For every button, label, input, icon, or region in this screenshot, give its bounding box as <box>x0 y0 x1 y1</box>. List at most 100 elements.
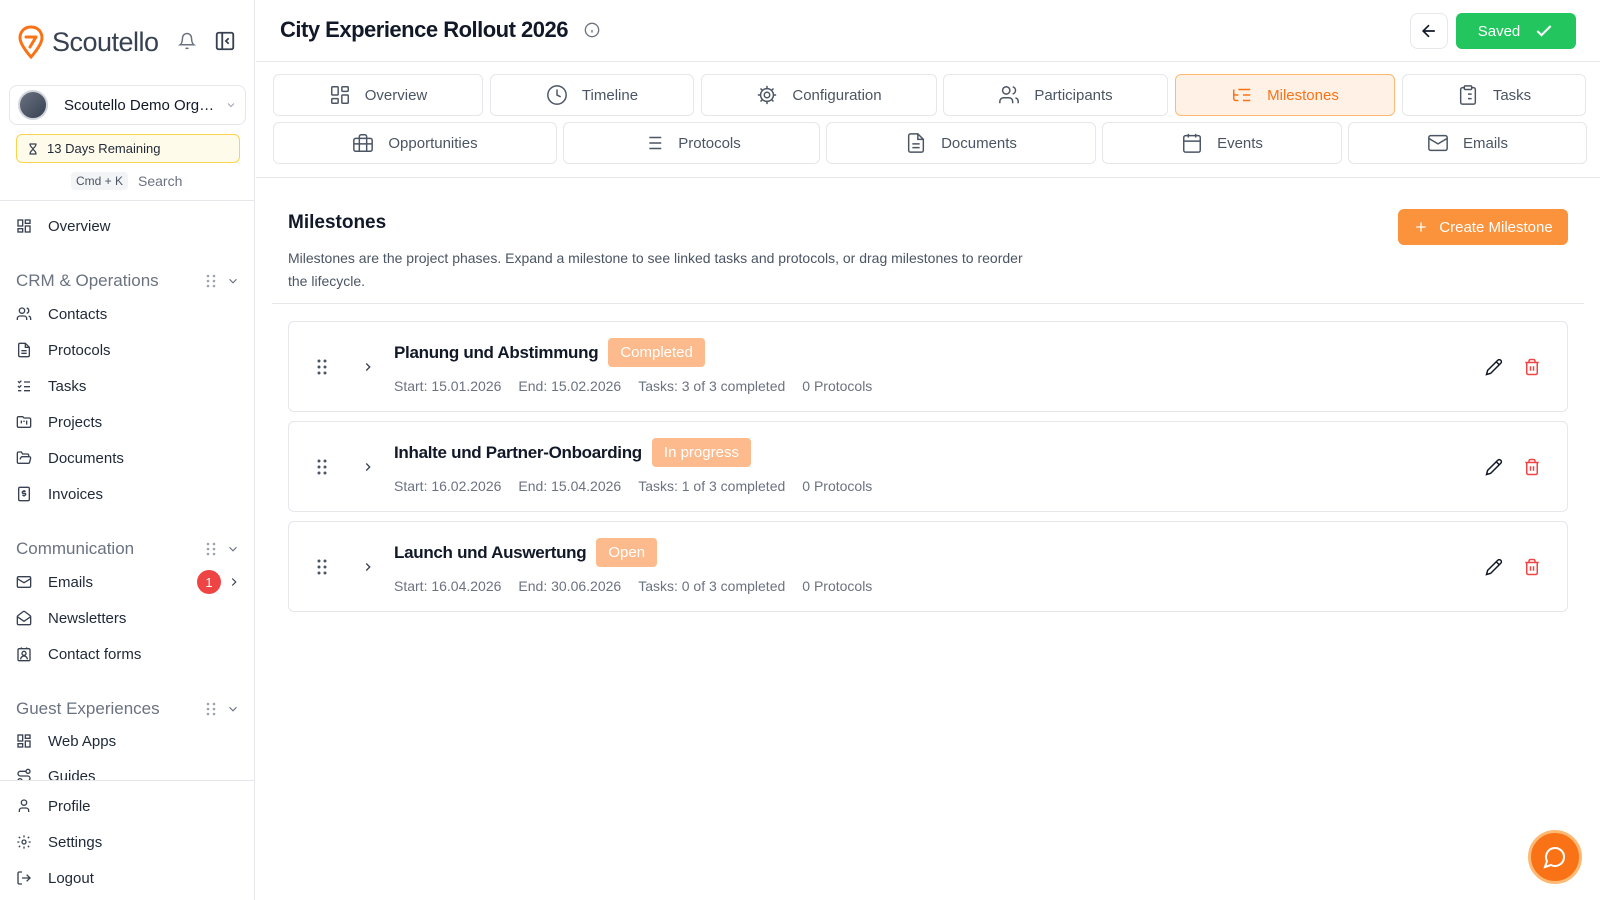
tab-opportunities[interactable]: Opportunities <box>273 122 557 164</box>
route-icon <box>17 768 31 780</box>
milestone-start: Start: 16.04.2026 <box>394 578 502 594</box>
brand[interactable]: Scoutello <box>18 24 159 60</box>
chevron-right-icon[interactable] <box>361 360 375 374</box>
clock-icon <box>547 85 567 105</box>
create-milestone-button[interactable]: Create Milestone <box>1398 209 1568 245</box>
sidebar-item-contact-forms[interactable]: Contact forms <box>16 642 240 666</box>
sidebar-item-newsletters[interactable]: Newsletters <box>16 606 240 630</box>
brand-name: Scoutello <box>52 26 159 57</box>
search-trigger[interactable]: Cmd + K Search <box>71 172 182 190</box>
logout-icon <box>17 871 31 885</box>
tab-label: Overview <box>364 86 428 104</box>
sidebar-item-label: Documents <box>48 449 124 467</box>
nav-group-crm[interactable]: CRM & Operations <box>16 268 240 294</box>
trash-icon[interactable] <box>1523 558 1541 576</box>
milestone-tasks: Tasks: 0 of 3 completed <box>638 578 786 594</box>
sidebar-item-invoices[interactable]: Invoices <box>16 482 240 506</box>
tab-documents[interactable]: Documents <box>826 122 1096 164</box>
nav-group-label: Communication <box>16 539 135 558</box>
tab-protocols[interactable]: Protocols <box>563 122 820 164</box>
plus-icon <box>1416 222 1426 232</box>
org-switcher[interactable]: Scoutello Demo Organization <box>9 85 246 125</box>
trash-icon[interactable] <box>1523 458 1541 476</box>
sidebar-item-settings[interactable]: Settings <box>16 830 240 854</box>
sidebar-item-label: Settings <box>48 833 103 851</box>
tab-emails[interactable]: Emails <box>1348 122 1587 164</box>
tab-participants[interactable]: Participants <box>943 74 1168 116</box>
milestone-card[interactable]: Inhalte und Partner-Onboarding In progre… <box>288 421 1568 512</box>
tab-events[interactable]: Events <box>1102 122 1342 164</box>
chat-button[interactable] <box>1528 830 1582 884</box>
trash-icon[interactable] <box>1523 358 1541 376</box>
milestone-name: Launch und Auswertung <box>394 542 587 562</box>
sidebar-divider <box>0 200 255 201</box>
project-tabs: Overview Timeline Configuration Particip… <box>256 62 1600 178</box>
back-button[interactable] <box>1410 13 1448 49</box>
sidebar-item-label: Guides <box>48 767 96 781</box>
chevron-down-icon[interactable] <box>226 542 240 556</box>
sidebar-item-web-apps[interactable]: Web Apps <box>16 729 240 753</box>
sidebar-item-guides[interactable]: Guides <box>16 764 240 780</box>
drag-handle-icon[interactable] <box>206 542 216 556</box>
milestone-end: End: 15.02.2026 <box>518 378 622 394</box>
list-tree-icon <box>1233 88 1251 102</box>
sidebar-item-overview[interactable]: Overview <box>16 214 240 238</box>
tab-tasks[interactable]: Tasks <box>1402 74 1586 116</box>
milestone-name: Planung und Abstimmung <box>394 342 599 362</box>
sidebar-item-protocols[interactable]: Protocols <box>16 338 240 362</box>
chevron-right-icon[interactable] <box>361 460 375 474</box>
drag-handle-icon[interactable] <box>206 702 216 716</box>
drag-handle-icon[interactable] <box>317 559 327 575</box>
chevron-right-icon[interactable] <box>361 560 375 574</box>
sidebar-item-contacts[interactable]: Contacts <box>16 302 240 326</box>
pencil-icon[interactable] <box>1485 358 1503 376</box>
sidebar-item-logout[interactable]: Logout <box>16 866 240 890</box>
saved-button[interactable]: Saved <box>1456 13 1576 49</box>
nav-group-guest-experiences[interactable]: Guest Experiences <box>16 696 240 722</box>
drag-handle-icon[interactable] <box>317 459 327 475</box>
sidebar-item-tasks[interactable]: Tasks <box>16 374 240 398</box>
section-description: Milestones are the project phases. Expan… <box>288 250 1023 289</box>
trial-text: 13 Days Remaining <box>47 141 161 156</box>
milestone-name: Inhalte und Partner-Onboarding <box>394 442 642 462</box>
chat-bubble-icon <box>1543 847 1565 869</box>
tab-overview[interactable]: Overview <box>273 74 483 116</box>
hourglass-icon <box>27 142 47 156</box>
milestone-tasks: Tasks: 3 of 3 completed <box>638 378 786 394</box>
status-badge: In progress <box>651 438 751 467</box>
tab-milestones[interactable]: Milestones <box>1175 74 1395 116</box>
nav-group-communication[interactable]: Communication <box>16 536 240 562</box>
clipboard-icon <box>1459 85 1476 105</box>
chevron-down-icon[interactable] <box>226 274 240 288</box>
chevron-down-icon[interactable] <box>226 702 240 716</box>
tab-timeline[interactable]: Timeline <box>490 74 694 116</box>
trial-banner[interactable]: 13 Days Remaining <box>16 134 240 163</box>
tab-label: Milestones <box>1267 86 1339 104</box>
sidebar-item-projects[interactable]: Projects <box>16 410 240 434</box>
milestone-card[interactable]: Launch und Auswertung Open Start: 16.04.… <box>288 521 1568 612</box>
drag-handle-icon[interactable] <box>317 359 327 375</box>
tab-configuration[interactable]: Configuration <box>701 74 937 116</box>
sidebar-item-profile[interactable]: Profile <box>16 794 240 818</box>
collapse-sidebar-icon[interactable] <box>214 30 236 52</box>
pencil-icon[interactable] <box>1485 458 1503 476</box>
search-shortcut: Cmd + K <box>71 172 129 190</box>
sidebar-item-emails[interactable]: Emails 1 <box>16 570 240 594</box>
milestone-protocols: 0 Protocols <box>802 578 873 594</box>
user-icon <box>18 799 30 812</box>
create-milestone-label: Create Milestone <box>1439 218 1553 236</box>
check-icon <box>1536 25 1552 37</box>
pencil-icon[interactable] <box>1485 558 1503 576</box>
bell-icon[interactable] <box>178 32 196 50</box>
chevron-right-icon[interactable] <box>227 575 241 589</box>
chevron-down-icon <box>225 99 237 111</box>
sidebar-item-label: Protocols <box>48 341 111 359</box>
milestone-card[interactable]: Planung und Abstimmung Completed Start: … <box>288 321 1568 412</box>
info-icon[interactable] <box>584 22 600 38</box>
mail-icon <box>16 576 32 588</box>
nav-group-label: CRM & Operations <box>16 271 159 290</box>
mail-open-icon <box>16 610 32 626</box>
drag-handle-icon[interactable] <box>206 274 216 288</box>
sidebar-item-documents[interactable]: Documents <box>16 446 240 470</box>
milestone-tasks: Tasks: 1 of 3 completed <box>638 478 786 494</box>
